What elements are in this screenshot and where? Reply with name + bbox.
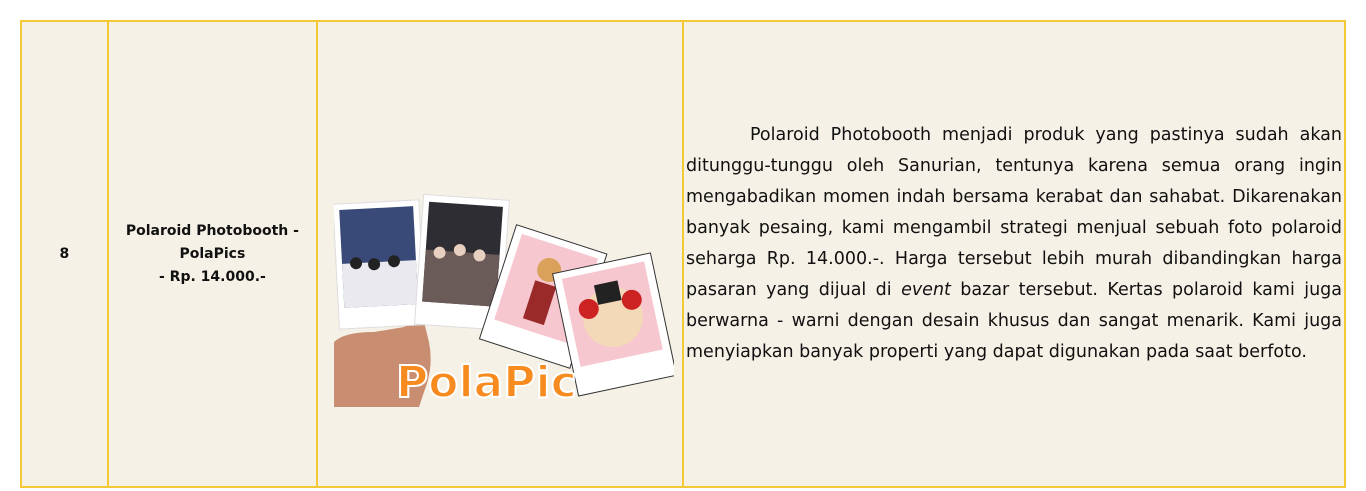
product-description: Polaroid Photobooth menjadi produk yang … — [686, 120, 1342, 368]
polapic-illustration: PolaPic — [334, 193, 675, 407]
product-name-line2: PolaPics — [179, 245, 246, 262]
polaroid-photo-1 — [334, 199, 426, 330]
product-table-row: 8 Polaroid Photobooth - PolaPics - Rp. 1… — [20, 20, 1346, 488]
product-name-line1: Polaroid Photobooth - — [125, 222, 299, 239]
row-number: 8 — [59, 246, 70, 262]
description-part1: Polaroid Photobooth menjadi produk yang … — [686, 125, 1342, 300]
description-cell: Polaroid Photobooth menjadi produk yang … — [684, 22, 1344, 486]
description-emphasis: event — [901, 280, 951, 300]
polapic-logo: PolaPic — [396, 357, 577, 407]
product-name-cell: Polaroid Photobooth - PolaPics - Rp. 14.… — [109, 22, 319, 486]
row-number-cell: 8 — [22, 22, 109, 486]
product-price: - Rp. 14.000.- — [159, 268, 266, 285]
product-image-cell: PolaPic — [318, 22, 684, 486]
